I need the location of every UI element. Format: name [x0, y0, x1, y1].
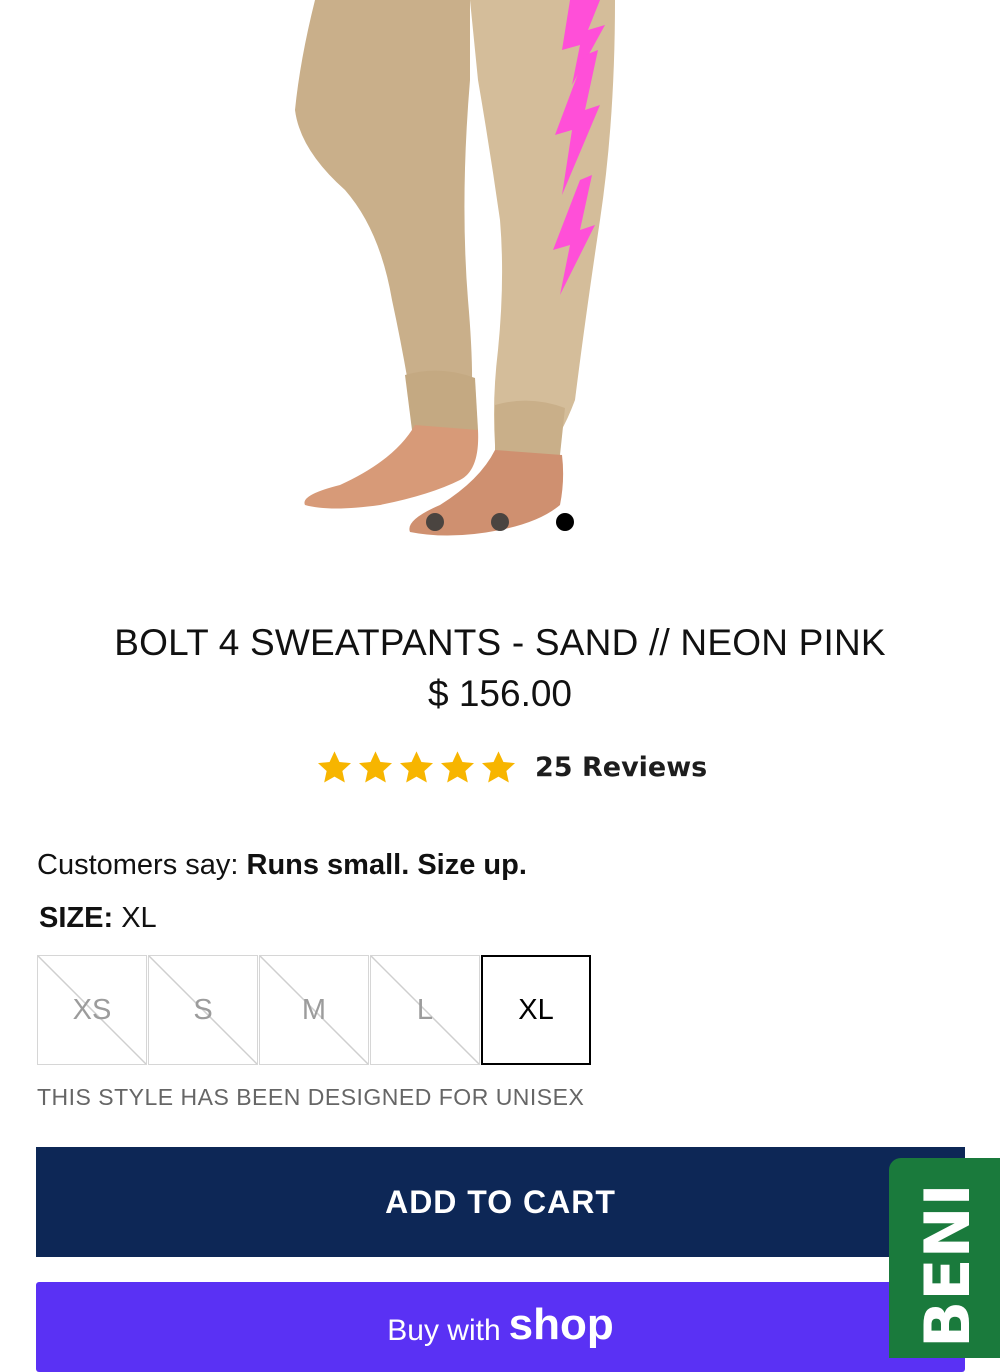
size-option-label: M — [301, 993, 327, 1026]
fit-note-prefix: Customers say: — [37, 849, 247, 881]
size-option-label: L — [416, 993, 434, 1026]
size-option-s[interactable]: S — [148, 955, 258, 1065]
carousel-dot-3[interactable] — [556, 513, 574, 531]
side-tab[interactable]: BENI — [889, 1158, 1000, 1358]
rating-summary[interactable]: 25 Reviews — [316, 745, 707, 790]
size-option-label: XS — [72, 993, 112, 1026]
size-option-xs[interactable]: XS — [37, 955, 147, 1065]
star-icon — [441, 751, 474, 783]
size-option-m[interactable]: M — [259, 955, 369, 1065]
size-option-label: S — [193, 993, 213, 1026]
size-option-label: XL — [518, 993, 554, 1026]
shop-pay-logo: shop — [508, 1300, 614, 1349]
product-title: BOLT 4 SWEATPANTS - SAND // NEON PINK — [114, 622, 886, 663]
product-price: $ 156.00 — [427, 673, 573, 714]
shop-pay-button[interactable]: Buy with shop — [36, 1282, 965, 1372]
fit-note: Customers say: Runs small. Size up. — [37, 849, 527, 882]
unisex-note: THIS STYLE HAS BEEN DESIGNED FOR UNISEX — [37, 1084, 585, 1110]
reviews-link[interactable]: 25 Reviews — [535, 752, 707, 783]
selected-size-value: XL — [121, 902, 157, 934]
star-icon — [482, 751, 515, 783]
product-image[interactable] — [0, 0, 1000, 560]
carousel-dot-1[interactable] — [426, 513, 444, 531]
carousel-dot-2[interactable] — [491, 513, 509, 531]
carousel-dots — [0, 513, 1000, 531]
sweatpants-photo — [295, 0, 615, 536]
shop-pay-prefix: Buy with — [387, 1314, 501, 1347]
add-to-cart-button[interactable]: ADD TO CART — [36, 1147, 965, 1257]
size-label: SIZE: — [39, 902, 114, 934]
fit-note-text: Runs small. Size up. — [246, 849, 527, 881]
star-icon — [318, 751, 351, 783]
size-heading: SIZE: XL — [39, 902, 157, 935]
star-icon — [400, 751, 433, 783]
star-icon — [359, 751, 392, 783]
size-selector: XS S M L XL — [37, 955, 592, 1065]
star-rating — [316, 749, 517, 786]
size-option-xl[interactable]: XL — [481, 955, 591, 1065]
size-option-l[interactable]: L — [370, 955, 480, 1065]
side-tab-label: BENI — [911, 1183, 984, 1348]
